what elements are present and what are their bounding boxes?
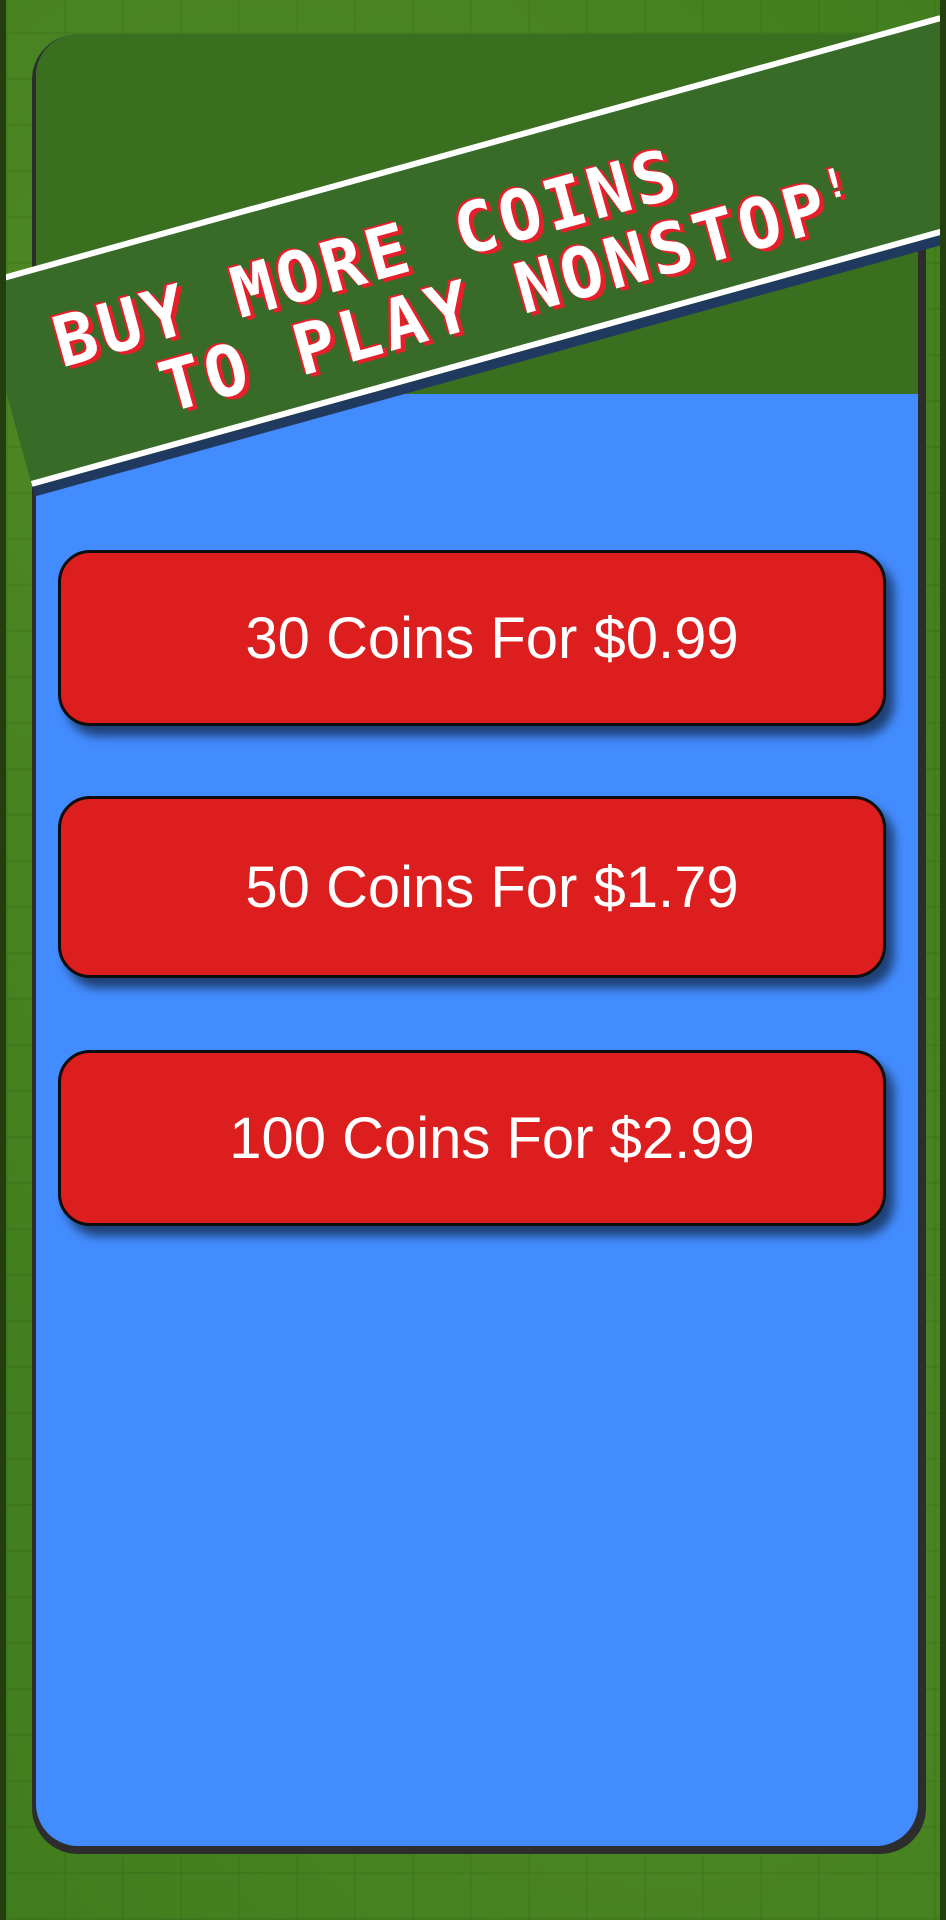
buy-100-coins-label: 100 Coins For $2.99: [229, 1105, 755, 1171]
buy-30-coins-button[interactable]: 30 Coins For $0.99: [58, 550, 886, 726]
buy-100-coins-button[interactable]: 100 Coins For $2.99: [58, 1050, 886, 1226]
buy-50-coins-label: 50 Coins For $1.79: [245, 854, 739, 920]
coin-shop-screen: BUY MORE COINS TO PLAY NONSTOP! 30 Coins…: [0, 0, 946, 1920]
buy-30-coins-label: 30 Coins For $0.99: [245, 605, 739, 671]
buy-50-coins-button[interactable]: 50 Coins For $1.79: [58, 796, 886, 978]
